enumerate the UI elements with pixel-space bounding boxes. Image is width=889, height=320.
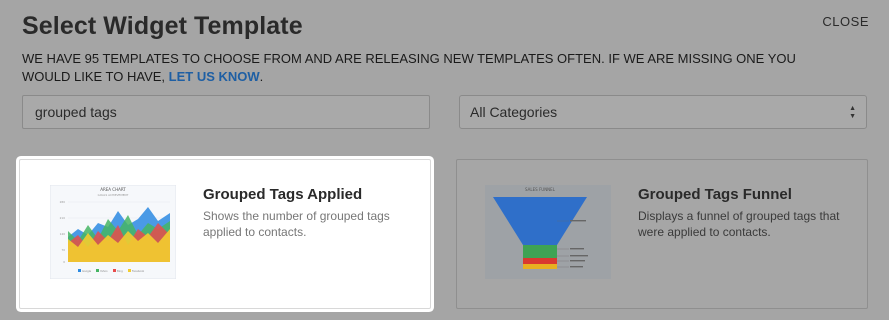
template-description: Displays a funnel of grouped tags that w… <box>638 209 840 239</box>
let-us-know-link[interactable]: LET US KNOW <box>169 69 260 84</box>
thumb-y-tick: 210 <box>60 216 66 220</box>
thumb-legend-item: Google <box>82 269 92 273</box>
thumb-y-tick: 0 <box>63 260 65 264</box>
thumb-funnel-title: SALES FUNNEL <box>525 187 556 192</box>
thumb-y-tick: 140 <box>60 232 66 236</box>
select-arrows-icon: ▲ ▼ <box>849 104 856 120</box>
category-select[interactable]: All Categories ▲ ▼ <box>459 95 867 129</box>
funnel-chart-thumbnail: SALES FUNNEL <box>485 185 611 279</box>
template-card-grouped-tags-applied[interactable]: AREA CHART GOALS ACHIEVEMENT 280 210 140… <box>19 159 431 309</box>
category-select-value: All Categories <box>470 104 558 120</box>
close-button[interactable]: CLOSE <box>822 14 869 29</box>
intro-text: WE HAVE 95 TEMPLATES TO CHOOSE FROM AND … <box>22 50 822 86</box>
page-title: Select Widget Template <box>22 12 303 40</box>
thumb-y-tick: 280 <box>60 200 66 204</box>
search-input[interactable] <box>22 95 430 129</box>
intro-body: WE HAVE 95 TEMPLATES TO CHOOSE FROM AND … <box>22 51 796 84</box>
area-chart-thumbnail: AREA CHART GOALS ACHIEVEMENT 280 210 140… <box>50 185 176 279</box>
thumb-legend-item: Bing <box>117 269 123 273</box>
thumb-chart-subtitle: GOALS ACHIEVEMENT <box>98 193 129 197</box>
template-card-grouped-tags-funnel[interactable]: SALES FUNNEL Grouped Tags Funnel Display… <box>456 159 868 309</box>
template-title: Grouped Tags Funnel <box>638 186 792 203</box>
thumb-legend-item: Facebook <box>132 269 145 273</box>
thumb-y-tick: 70 <box>61 248 65 252</box>
intro-end: . <box>259 69 264 84</box>
template-description: Shows the number of grouped tags applied… <box>203 209 390 239</box>
template-title: Grouped Tags Applied <box>203 186 363 203</box>
thumb-legend-item: Yahoo <box>100 269 108 273</box>
thumb-chart-title: AREA CHART <box>100 187 126 192</box>
